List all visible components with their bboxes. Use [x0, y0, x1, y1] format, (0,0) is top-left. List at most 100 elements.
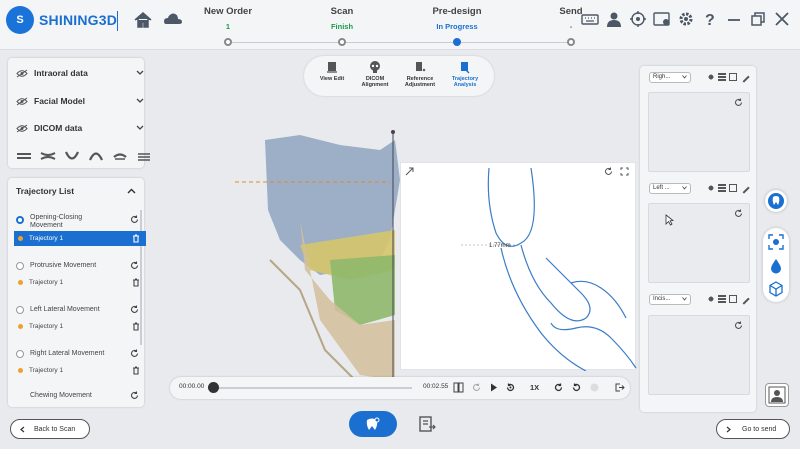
layers-icon[interactable]: [718, 73, 726, 81]
copy-icon[interactable]: [729, 184, 737, 192]
trajectory-tooth-icon: [366, 417, 380, 430]
movement-protrusive[interactable]: Protrusive Movement: [14, 258, 141, 276]
ruler-icon[interactable]: [738, 182, 750, 194]
trash-icon[interactable]: [132, 234, 140, 243]
movement-radio[interactable]: [16, 262, 24, 270]
trash-icon[interactable]: [132, 366, 140, 375]
layers-icon[interactable]: [718, 295, 726, 303]
chevron-down-icon[interactable]: [136, 70, 144, 76]
refresh-icon[interactable]: [734, 98, 743, 107]
trajectory-item[interactable]: Trajectory 1: [14, 319, 146, 334]
reset-icon[interactable]: [553, 382, 564, 393]
occlusal-view-icon[interactable]: [112, 151, 128, 161]
close-icon[interactable]: [772, 10, 792, 28]
chevron-down-icon[interactable]: [136, 125, 144, 131]
view-box-3[interactable]: [648, 315, 750, 395]
timeline-track[interactable]: [212, 387, 412, 389]
trajectory-item[interactable]: Trajectory 1: [14, 275, 146, 290]
go-to-send-button[interactable]: Go to send: [716, 419, 790, 439]
dicom-alignment-button[interactable]: DICOM Alignment: [355, 60, 395, 88]
trajectory-item-selected[interactable]: Trajectory 1: [14, 231, 146, 246]
chevron-down-icon[interactable]: [136, 98, 144, 104]
layers-icon[interactable]: [718, 184, 726, 192]
cloud-sync-icon[interactable]: [162, 10, 184, 30]
rewind-icon[interactable]: [471, 382, 482, 393]
movement-right-lateral[interactable]: Right Lateral Movement: [14, 346, 141, 364]
view-edit-button[interactable]: View Edit: [312, 60, 352, 82]
settings-gear-icon[interactable]: [676, 10, 696, 28]
play-icon[interactable]: [488, 382, 499, 393]
view-box-1[interactable]: [648, 92, 750, 172]
home-icon[interactable]: [132, 10, 154, 30]
ruler-icon[interactable]: [738, 71, 750, 83]
cube-icon[interactable]: [768, 281, 784, 297]
movement-opening-closing[interactable]: Opening-Closing Movement: [14, 212, 141, 230]
lower-jaw-icon[interactable]: [64, 151, 80, 161]
data-row-dicom[interactable]: DICOM data: [16, 121, 144, 135]
user-profile-button[interactable]: [765, 383, 789, 407]
help-icon[interactable]: ?: [700, 10, 720, 28]
both-jaws-icon[interactable]: [40, 151, 56, 161]
scan-focus-icon[interactable]: [768, 234, 784, 250]
disabled-loop-icon[interactable]: [589, 382, 600, 393]
refresh-icon[interactable]: [734, 209, 743, 218]
back-to-scan-button[interactable]: Back to Scan: [10, 419, 90, 439]
copy-icon[interactable]: [729, 73, 737, 81]
tooth-icon[interactable]: [707, 73, 715, 81]
trash-icon[interactable]: [132, 322, 140, 331]
upper-arch-icon[interactable]: [88, 151, 104, 161]
chevron-up-icon[interactable]: [127, 188, 136, 194]
visibility-off-icon[interactable]: [16, 69, 28, 78]
target-icon[interactable]: [628, 10, 648, 28]
visibility-off-icon[interactable]: [16, 97, 28, 106]
data-row-intraoral[interactable]: Intraoral data: [16, 66, 144, 80]
copy-icon[interactable]: [729, 295, 737, 303]
movement-left-lateral[interactable]: Left Lateral Movement: [14, 302, 141, 320]
upper-jaw-icon[interactable]: [16, 151, 32, 161]
step-pre-design[interactable]: Pre-design In Progress: [417, 6, 497, 31]
trash-icon[interactable]: [132, 278, 140, 287]
split-view-icon[interactable]: [453, 382, 464, 393]
visibility-off-icon[interactable]: [16, 124, 28, 133]
refresh-icon[interactable]: [130, 215, 139, 224]
ruler-icon[interactable]: [738, 293, 750, 305]
movement-chewing[interactable]: Chewing Movement: [14, 388, 141, 406]
restore-icon[interactable]: [748, 10, 768, 28]
trajectory-analysis-button[interactable]: Trajectory Analysis: [445, 60, 485, 88]
refresh-icon[interactable]: [734, 321, 743, 330]
view-box-2[interactable]: [648, 203, 750, 283]
tooth-icon[interactable]: [707, 184, 715, 192]
exit-playback-icon[interactable]: [614, 382, 625, 393]
view-select-3[interactable]: Incis...: [649, 294, 691, 305]
movement-radio[interactable]: [16, 350, 24, 358]
refresh-icon[interactable]: [130, 261, 139, 270]
refresh-icon[interactable]: [130, 391, 139, 400]
playback-speed[interactable]: 1X: [530, 383, 539, 392]
step-forward-icon[interactable]: [505, 382, 516, 393]
data-row-facial[interactable]: Facial Model: [16, 94, 144, 108]
timeline-knob[interactable]: [208, 382, 219, 393]
loop-icon[interactable]: [571, 382, 582, 393]
keyboard-icon[interactable]: [580, 10, 600, 28]
water-drop-icon[interactable]: [768, 258, 784, 274]
trajectory-item[interactable]: Trajectory 1: [14, 363, 146, 378]
trajectory-mode-button[interactable]: [349, 411, 397, 437]
refresh-icon[interactable]: [130, 349, 139, 358]
user-icon[interactable]: [604, 10, 624, 28]
toolbar-label: View Edit: [319, 76, 345, 82]
step-status: In Progress: [436, 22, 478, 31]
tooth-view-button[interactable]: [765, 190, 787, 212]
step-new-order[interactable]: New Order 1: [188, 6, 268, 31]
screenshot-icon[interactable]: [652, 10, 672, 28]
view-select-2[interactable]: Left ...: [649, 183, 691, 194]
trajectory-label: Trajectory 1: [29, 279, 64, 286]
refresh-icon[interactable]: [130, 305, 139, 314]
minimize-icon[interactable]: [724, 10, 744, 28]
step-scan[interactable]: Scan Finish: [302, 6, 382, 31]
movement-radio[interactable]: [16, 216, 24, 224]
reference-adjustment-button[interactable]: Reference Adjustment: [400, 60, 440, 88]
view-select-1[interactable]: Righ...: [649, 72, 691, 83]
movement-radio[interactable]: [16, 306, 24, 314]
export-report-icon[interactable]: [417, 414, 437, 434]
tooth-icon[interactable]: [707, 295, 715, 303]
